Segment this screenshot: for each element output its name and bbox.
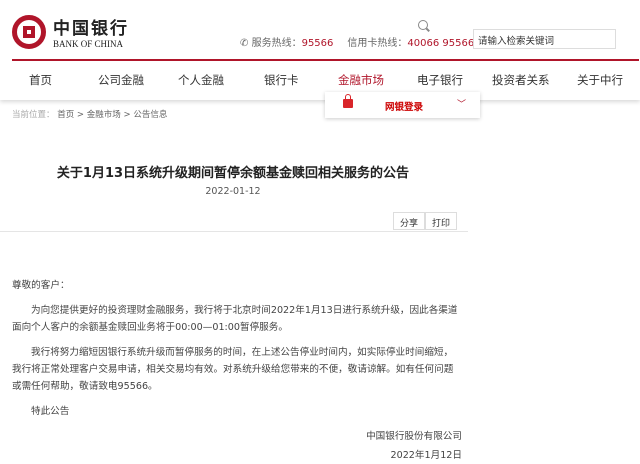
page-title: 关于1月13日系统升级期间暂停余额基金赎回相关服务的公告 <box>56 166 410 181</box>
paragraph: 我行将努力缩短因银行系统升级而暂停服务的时间，在上述公告停业时间内，如实际停业时… <box>12 347 454 392</box>
nav-about[interactable]: 关于中行 <box>577 72 623 88</box>
boc-logo-icon <box>12 14 46 49</box>
nav-ebanking[interactable]: 电子银行 <box>417 72 463 88</box>
card-hotline-number: 40066 95566 <box>407 38 475 49</box>
phone-icon: ✆ <box>240 38 249 49</box>
nav-home[interactable]: 首页 <box>29 72 52 88</box>
publish-date: 2022-01-12 <box>205 186 261 197</box>
service-hotline-number: 95566 <box>301 38 334 49</box>
breadcrumb-home[interactable]: 首页 <box>57 110 74 120</box>
print-button[interactable]: 打印 <box>425 212 458 230</box>
greeting: 尊敬的客户： <box>12 280 70 291</box>
card-hotline-label: 信用卡热线： <box>347 38 408 49</box>
search-icon[interactable] <box>418 20 428 30</box>
online-banking-login[interactable]: 网银登录 ﹀ <box>325 92 480 118</box>
nav-personal[interactable]: 个人金融 <box>178 72 224 88</box>
nav-investor-relations[interactable]: 投资者关系 <box>492 72 550 88</box>
header-divider <box>12 59 639 61</box>
logo-english: BANK OF CHINA <box>53 39 124 49</box>
lock-icon <box>343 94 353 108</box>
article-body: 尊敬的客户： 为向您提供更好的投资理财金融服务，我行将于北京时间2022年1月1… <box>12 277 462 464</box>
breadcrumb-prefix: 当前位置： <box>12 110 55 120</box>
online-banking-label: 网银登录 <box>385 102 424 113</box>
paragraph: 为向您提供更好的投资理财金融服务，我行将于北京时间2022年1月13日进行系统升… <box>12 305 458 333</box>
nav-corporate[interactable]: 公司金融 <box>98 72 144 88</box>
breadcrumb-notices[interactable]: 公告信息 <box>133 110 167 120</box>
search-input[interactable]: 请输入检索关键词 <box>473 29 616 49</box>
breadcrumb: 当前位置： 首页 > 金融市场 > 公告信息 <box>12 110 168 120</box>
chevron-down-icon[interactable]: ﹀ <box>457 97 466 110</box>
breadcrumb-markets[interactable]: 金融市场 <box>87 110 121 120</box>
site-header: 中国银行 BANK OF CHINA ✆ 服务热线：95566 信用卡热线：40… <box>0 0 640 100</box>
nav-financial-markets[interactable]: 金融市场 <box>338 72 384 88</box>
share-button[interactable]: 分享 <box>393 212 426 230</box>
boc-logo[interactable]: 中国银行 BANK OF CHINA <box>12 14 129 49</box>
nav-cards[interactable]: 银行卡 <box>264 72 299 88</box>
logo-chinese: 中国银行 <box>53 19 129 39</box>
divider <box>0 231 468 232</box>
hotlines: ✆ 服务热线：95566 信用卡热线：40066 95566 <box>240 34 474 49</box>
service-hotline-label: 服务热线： <box>251 38 302 49</box>
signature-company: 中国银行股份有限公司 <box>366 431 462 442</box>
paragraph: 特此公告 <box>31 406 70 417</box>
